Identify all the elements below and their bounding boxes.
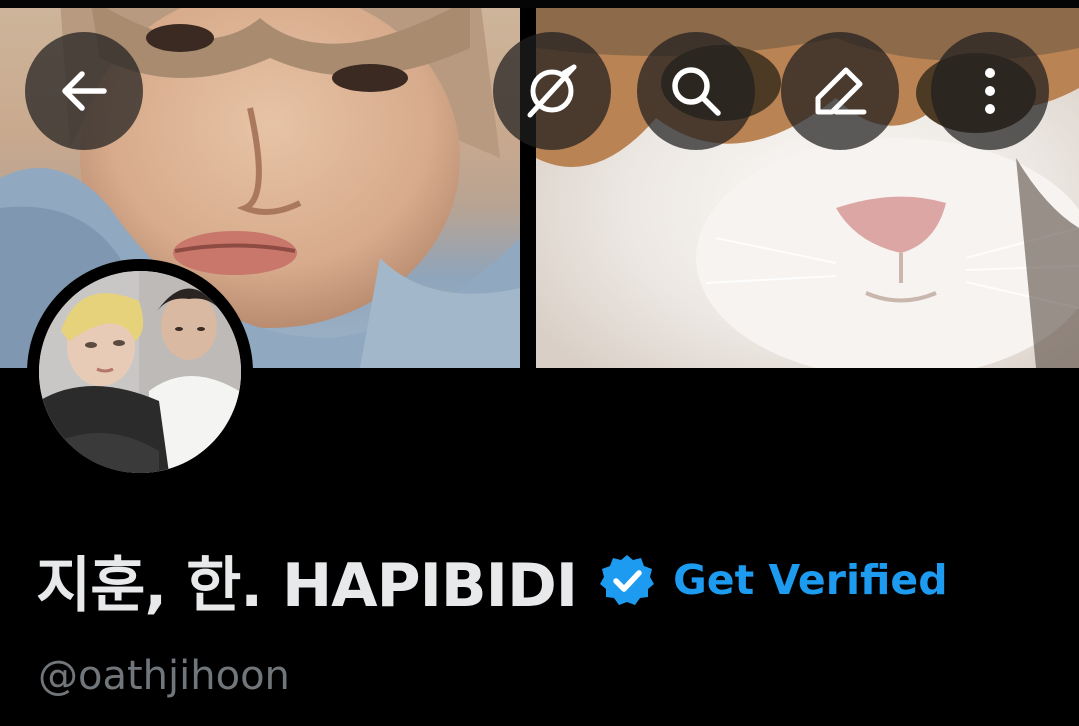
edit-button[interactable] [781, 32, 899, 150]
back-arrow-icon [62, 71, 107, 111]
display-name: 지훈, 한. HAPIBIDI [36, 550, 578, 621]
profile-handle: @oathjihoon [38, 653, 290, 699]
grok-icon [527, 64, 577, 118]
profile-avatar[interactable] [27, 259, 253, 485]
banner-top-edge [0, 0, 1079, 8]
get-verified-link[interactable]: Get Verified [673, 556, 947, 604]
edit-pencil-icon [815, 67, 867, 115]
verified-badge-icon [600, 555, 655, 605]
profile-name-row: 지훈, 한. HAPIBIDI Get Verified [36, 540, 948, 621]
more-vertical-icon [985, 68, 995, 114]
avatar-photo [39, 271, 241, 473]
back-button[interactable] [25, 32, 143, 150]
search-button[interactable] [637, 32, 755, 150]
more-button[interactable] [931, 32, 1049, 150]
search-icon [672, 67, 721, 116]
grok-button[interactable] [493, 32, 611, 150]
